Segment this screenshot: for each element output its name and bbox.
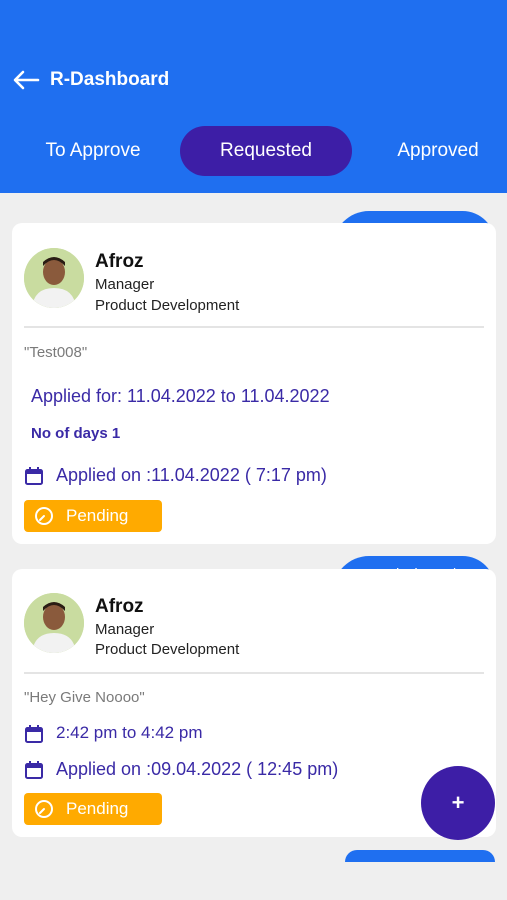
- avatar: [24, 248, 84, 308]
- status-label: Pending: [66, 799, 129, 818]
- request-reason: "Hey Give Noooo": [24, 689, 145, 706]
- applied-on-date: Applied on :09.04.2022 ( 12:45 pm): [56, 759, 339, 779]
- employee-department: Product Development: [95, 641, 240, 658]
- tab-bar: To Approve Requested Approved: [0, 126, 507, 176]
- applied-for-dates: Applied for: 11.04.2022 to 11.04.2022: [31, 386, 330, 406]
- clock-icon: [35, 507, 53, 525]
- divider: [24, 672, 484, 674]
- calendar-icon: [25, 761, 43, 779]
- app-header: R-Dashboard To Approve Requested Approve…: [0, 0, 507, 193]
- calendar-icon: [25, 725, 43, 743]
- status-label: Pending: [66, 506, 129, 525]
- employee-role: Manager: [95, 276, 155, 293]
- page-title: R-Dashboard: [50, 69, 170, 90]
- permission-time-range: 2:42 pm to 4:42 pm: [56, 723, 203, 742]
- tab-approved[interactable]: Approved: [376, 126, 500, 176]
- next-card-tag: [345, 850, 495, 862]
- employee-department: Product Development: [95, 297, 240, 314]
- add-request-button[interactable]: +: [421, 766, 495, 840]
- tab-to-approve[interactable]: To Approve: [22, 126, 164, 176]
- request-reason: "Test008": [24, 344, 88, 361]
- employee-name: Afroz: [95, 251, 144, 272]
- applied-on-date: Applied on :11.04.2022 ( 7:17 pm): [56, 465, 327, 485]
- number-of-days: No of days 1: [31, 425, 121, 442]
- avatar: [24, 593, 84, 653]
- calendar-icon: [25, 467, 43, 485]
- request-card[interactable]: Afroz Manager Product Development "Test0…: [12, 223, 496, 544]
- back-arrow-icon[interactable]: [12, 69, 40, 91]
- status-badge: Pending: [24, 500, 162, 532]
- status-badge: Pending: [24, 793, 162, 825]
- clock-icon: [35, 800, 53, 818]
- employee-role: Manager: [95, 621, 155, 638]
- employee-name: Afroz: [95, 596, 144, 617]
- tab-requested[interactable]: Requested: [180, 126, 352, 176]
- back-row: R-Dashboard: [12, 66, 169, 94]
- divider: [24, 326, 484, 328]
